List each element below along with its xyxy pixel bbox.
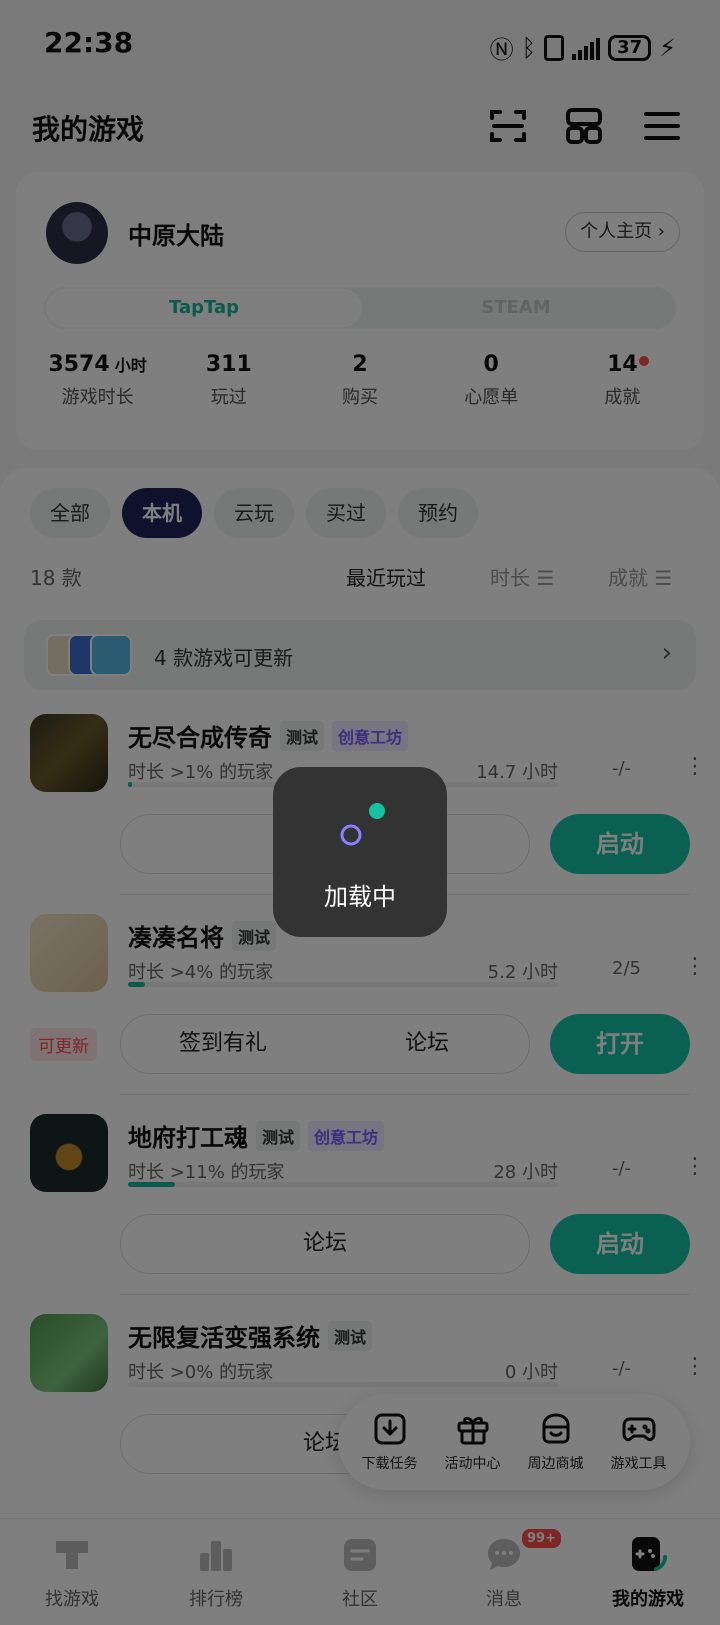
page: 22:38 Ⓝ ᛒ 37 ⚡ 我的游戏: [0, 0, 720, 1625]
loading-dialog: 加载中: [273, 767, 447, 937]
loading-text: 加载中: [324, 883, 396, 911]
loading-spinner-icon: [340, 803, 385, 846]
